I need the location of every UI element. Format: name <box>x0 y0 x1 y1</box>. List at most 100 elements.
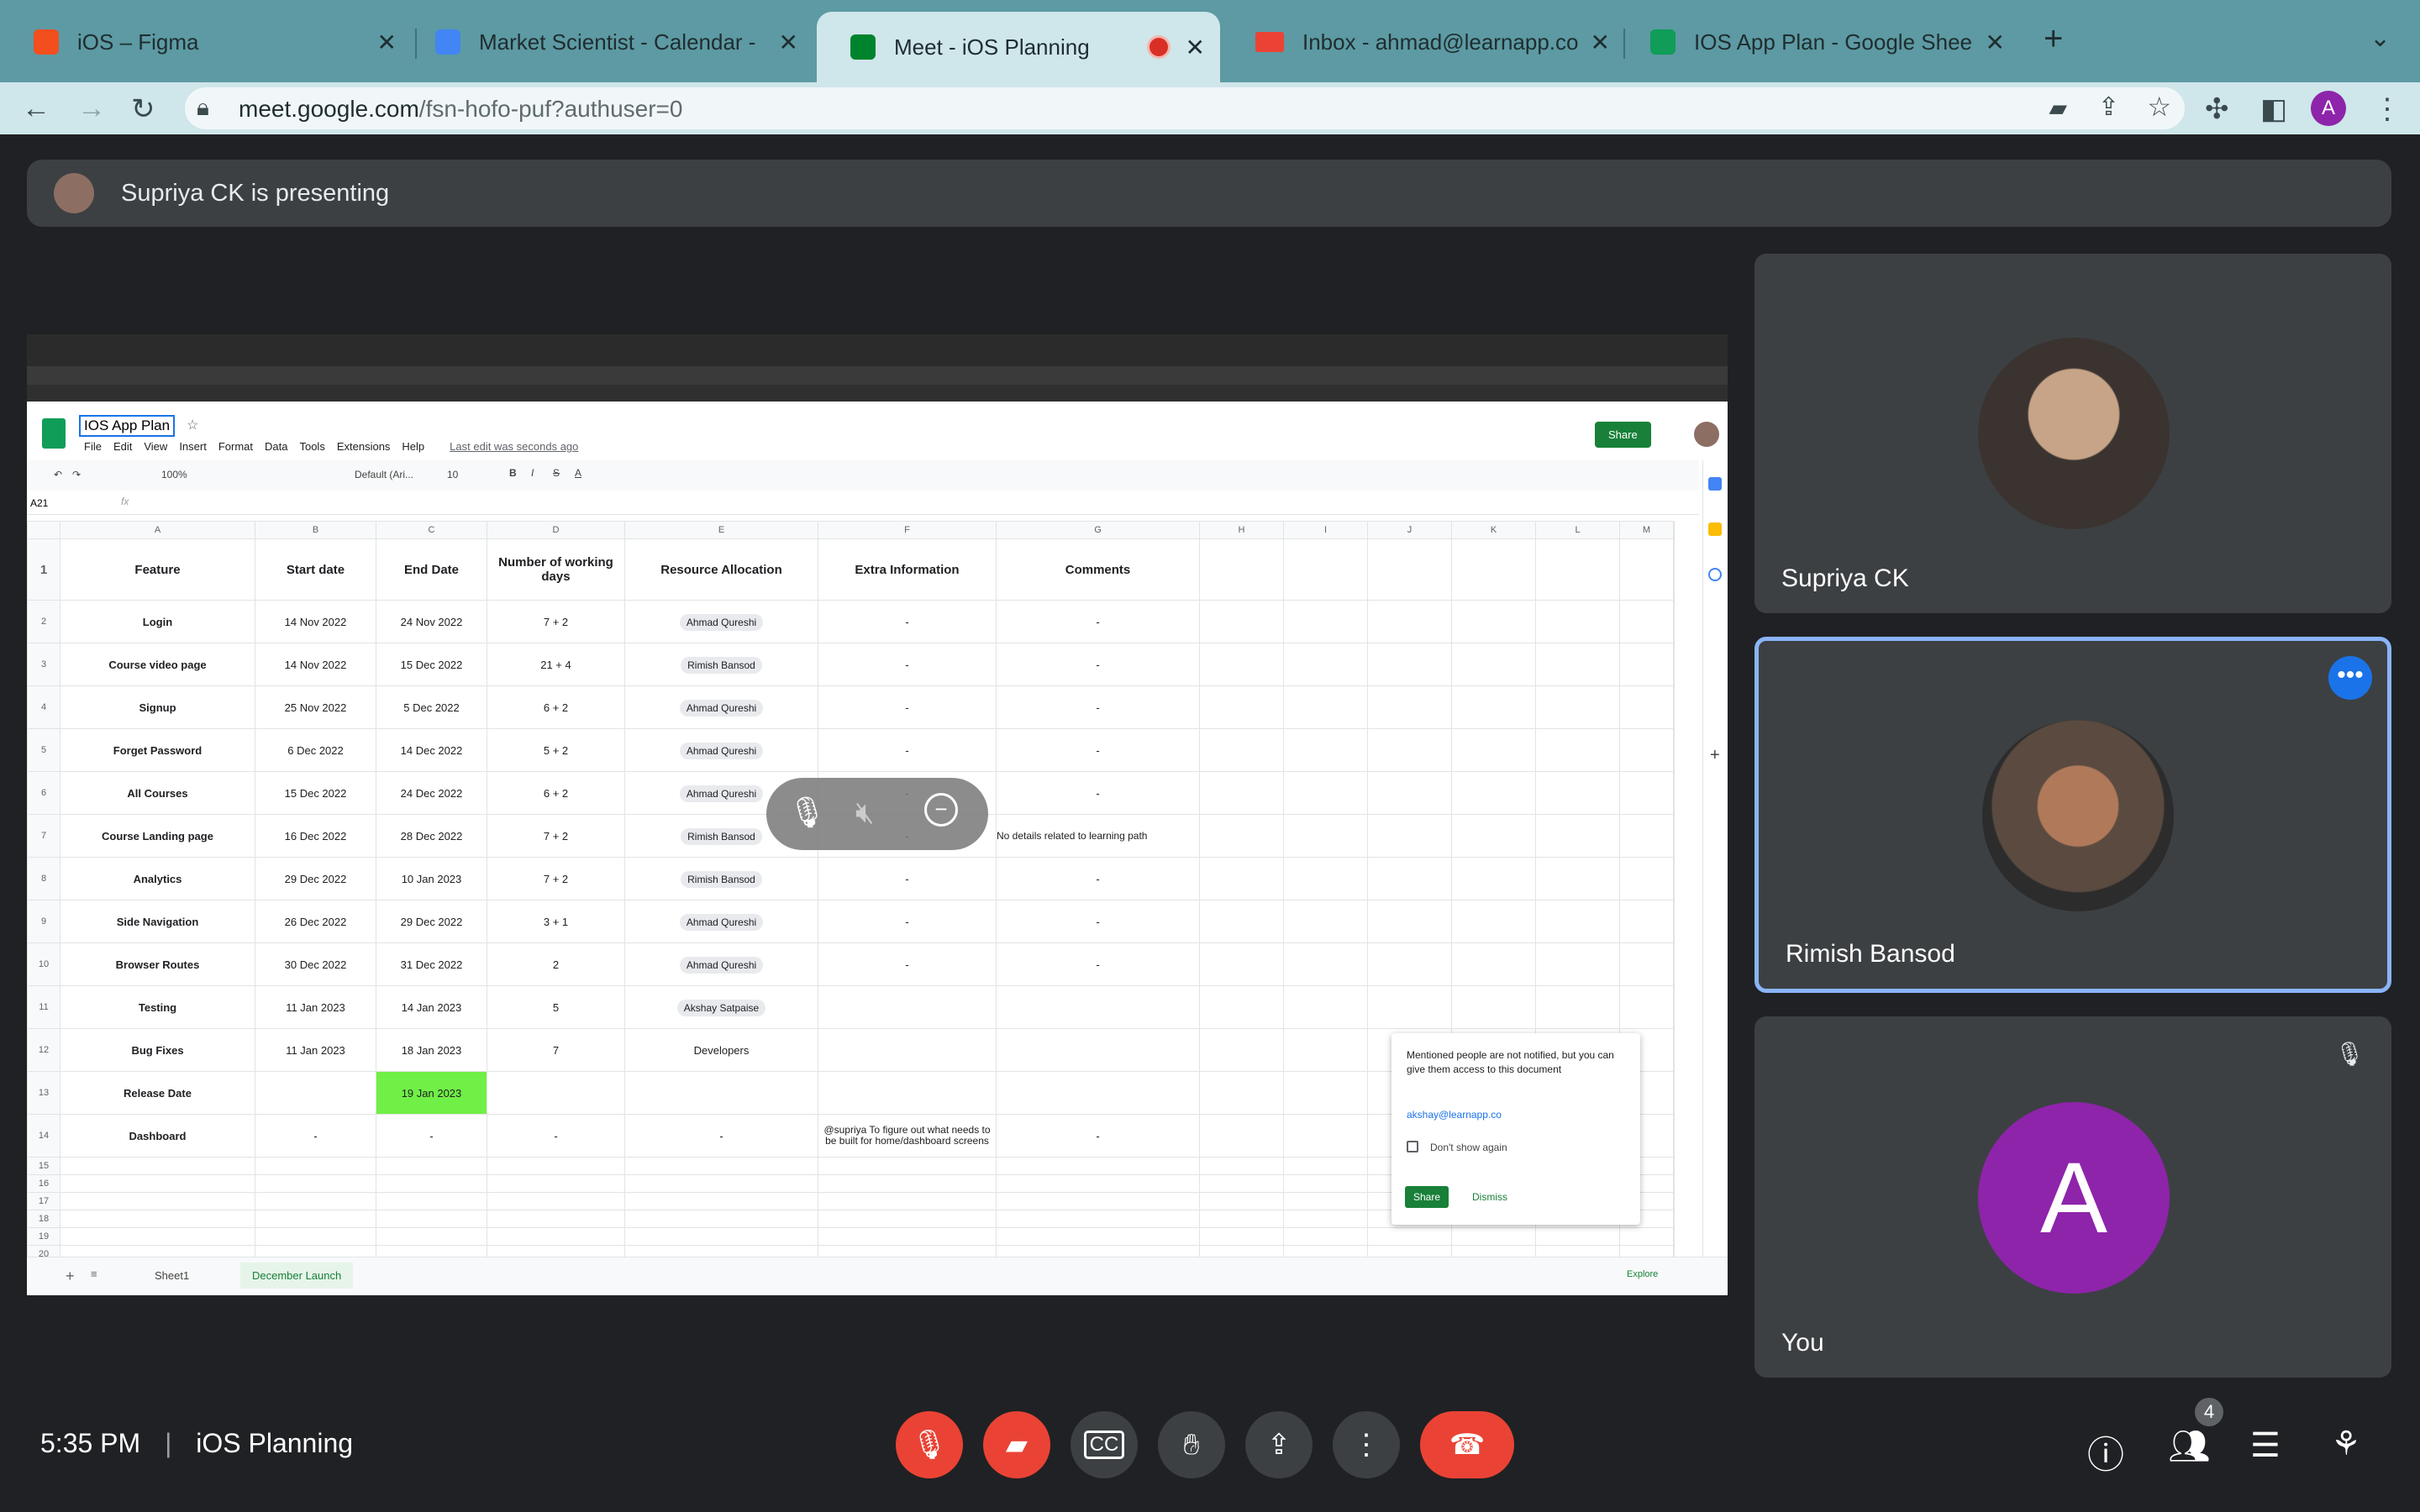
sheet-cell[interactable] <box>996 1028 1200 1072</box>
sheet-cell[interactable]: Login <box>60 600 255 643</box>
column-header[interactable]: M <box>1619 521 1674 539</box>
header-cell[interactable]: Start date <box>255 538 376 601</box>
select-all-corner[interactable] <box>27 521 60 539</box>
keep-addon-icon[interactable] <box>1708 522 1722 536</box>
sheet-cell[interactable]: Ahmad Qureshi <box>624 685 818 729</box>
row-number[interactable]: 11 <box>27 985 60 1029</box>
empty-cell[interactable] <box>818 1157 997 1175</box>
person-chip[interactable]: Ahmad Qureshi <box>679 913 764 931</box>
empty-cell[interactable] <box>255 1192 376 1210</box>
empty-cell[interactable] <box>255 1174 376 1193</box>
empty-cell[interactable] <box>1199 1227 1284 1246</box>
row-number[interactable]: 12 <box>27 1028 60 1072</box>
sheet-cell[interactable] <box>818 1071 997 1115</box>
undo-icon[interactable]: ↶ <box>54 469 62 480</box>
empty-cell[interactable] <box>376 1157 487 1175</box>
sheet-cell[interactable]: - <box>996 771 1200 815</box>
person-chip[interactable]: Ahmad Qureshi <box>679 742 764 759</box>
empty-cell[interactable] <box>487 1227 625 1246</box>
empty-cell[interactable] <box>1199 538 1284 601</box>
camera-icon[interactable]: ▰ <box>2049 94 2067 122</box>
empty-cell[interactable] <box>1283 1028 1368 1072</box>
empty-cell[interactable] <box>1199 1071 1284 1115</box>
sheet-cell[interactable]: - <box>996 942 1200 986</box>
empty-cell[interactable] <box>1673 1192 1675 1210</box>
empty-cell[interactable] <box>1283 985 1368 1029</box>
empty-cell[interactable] <box>487 1192 625 1210</box>
popup-dismiss-button[interactable]: Dismiss <box>1472 1191 1507 1203</box>
sheet-cell[interactable]: No details related to learning path <box>996 814 1200 858</box>
sheet-cell[interactable]: - <box>376 1114 487 1158</box>
sheet-cell[interactable]: - <box>818 600 997 643</box>
empty-cell[interactable] <box>1199 1210 1284 1228</box>
empty-cell[interactable] <box>1535 942 1620 986</box>
sheet-cell[interactable]: - <box>996 900 1200 943</box>
new-tab-icon[interactable]: + <box>2044 20 2063 58</box>
column-header[interactable]: G <box>996 521 1200 539</box>
mic-off-icon[interactable]: 🎙︎ <box>788 795 827 830</box>
name-box[interactable]: A21 <box>30 497 48 509</box>
sheet-cell[interactable]: 29 Dec 2022 <box>255 857 376 900</box>
sheet-cell[interactable] <box>487 1071 625 1115</box>
sheet-cell[interactable]: 15 Dec 2022 <box>255 771 376 815</box>
sheet-cell[interactable]: Ahmad Qureshi <box>624 600 818 643</box>
sheet-cell[interactable]: 6 Dec 2022 <box>255 728 376 772</box>
sheet-cell[interactable]: - <box>818 857 997 900</box>
star-icon[interactable]: ☆ <box>187 417 198 433</box>
empty-cell[interactable] <box>818 1192 997 1210</box>
more-options-button[interactable]: ⋮ <box>1333 1411 1400 1478</box>
empty-cell[interactable] <box>624 1210 818 1228</box>
sheet-cell[interactable]: - <box>996 728 1200 772</box>
sheet-cell[interactable]: 11 Jan 2023 <box>255 985 376 1029</box>
add-addon-icon[interactable]: + <box>1710 746 1720 765</box>
row-number[interactable]: 2 <box>27 600 60 643</box>
column-header[interactable]: K <box>1451 521 1536 539</box>
empty-cell[interactable] <box>1451 814 1536 858</box>
empty-cell[interactable] <box>60 1192 255 1210</box>
empty-cell[interactable] <box>1535 685 1620 729</box>
sheet-cell[interactable]: Rimish Bansod <box>624 643 818 686</box>
sheet-cell[interactable]: 28 Dec 2022 <box>376 814 487 858</box>
sheet-cell[interactable] <box>818 985 997 1029</box>
empty-cell[interactable] <box>1283 771 1368 815</box>
sheet-cell[interactable]: Signup <box>60 685 255 729</box>
present-button[interactable]: ⇪ <box>1245 1411 1313 1478</box>
row-number[interactable]: 14 <box>27 1114 60 1158</box>
end-call-button[interactable]: ☎︎ <box>1420 1411 1514 1478</box>
empty-cell[interactable] <box>1199 1157 1284 1175</box>
empty-cell[interactable] <box>1535 771 1620 815</box>
menu-icon[interactable]: ⋮ <box>2373 92 2402 126</box>
sheet-cell[interactable]: 2 <box>487 942 625 986</box>
empty-cell[interactable] <box>1283 814 1368 858</box>
browser-tab-figma[interactable]: iOS – Figma ✕ <box>0 12 412 72</box>
empty-cell[interactable] <box>1283 1192 1368 1210</box>
sheet-cell[interactable]: - <box>255 1114 376 1158</box>
sheet-cell[interactable]: Developers <box>624 1028 818 1072</box>
empty-cell[interactable] <box>1199 728 1284 772</box>
row-number[interactable]: 1 <box>27 538 60 601</box>
empty-cell[interactable] <box>376 1174 487 1193</box>
chat-icon[interactable]: ☰ <box>2250 1426 2281 1465</box>
explore-button[interactable]: Explore <box>1627 1269 1658 1279</box>
empty-cell[interactable] <box>1283 942 1368 986</box>
empty-cell[interactable] <box>487 1157 625 1175</box>
sheet-cell[interactable]: 14 Nov 2022 <box>255 600 376 643</box>
menu-format[interactable]: Format <box>218 440 253 453</box>
empty-cell[interactable] <box>1673 728 1675 772</box>
empty-cell[interactable] <box>1283 600 1368 643</box>
sheet-cell[interactable]: - <box>996 600 1200 643</box>
empty-cell[interactable] <box>996 1174 1200 1193</box>
sheet-cell[interactable]: Ahmad Qureshi <box>624 900 818 943</box>
column-header[interactable]: I <box>1283 521 1368 539</box>
row-number[interactable]: 19 <box>27 1227 60 1246</box>
empty-cell[interactable] <box>1619 771 1674 815</box>
empty-cell[interactable] <box>1367 857 1452 900</box>
sheet-cell[interactable]: 14 Nov 2022 <box>255 643 376 686</box>
camera-off-button[interactable]: ▰ <box>983 1411 1050 1478</box>
empty-cell[interactable] <box>1535 900 1620 943</box>
row-number[interactable]: 8 <box>27 857 60 900</box>
sheet-cell[interactable]: 7 + 2 <box>487 814 625 858</box>
empty-cell[interactable] <box>1619 685 1674 729</box>
strikethrough-icon[interactable]: S <box>553 467 560 479</box>
sheet-cell[interactable]: 25 Nov 2022 <box>255 685 376 729</box>
